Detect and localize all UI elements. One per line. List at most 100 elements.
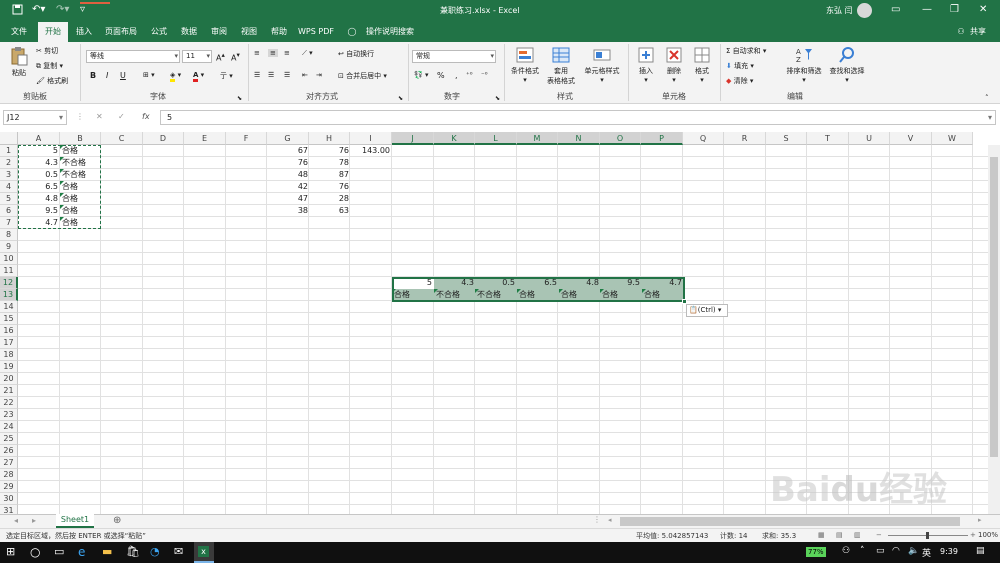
- row-header-5[interactable]: 5: [0, 193, 18, 205]
- tab-review[interactable]: 审阅: [205, 22, 233, 42]
- horizontal-scrollbar-thumb[interactable]: [620, 517, 960, 526]
- zoom-in-icon[interactable]: +: [970, 531, 976, 539]
- column-header-e[interactable]: E: [184, 132, 226, 145]
- row-header-16[interactable]: 16: [0, 325, 18, 337]
- scroll-left-icon[interactable]: ◂: [14, 516, 18, 525]
- column-header-b[interactable]: B: [60, 132, 101, 145]
- grow-font-button[interactable]: A▴: [216, 51, 225, 63]
- row-header-9[interactable]: 9: [0, 241, 18, 253]
- row-header-30[interactable]: 30: [0, 493, 18, 505]
- left-align-button[interactable]: ☰: [254, 71, 260, 79]
- row-header-1[interactable]: 1: [0, 145, 18, 157]
- sort-filter-button[interactable]: AZ 排序和筛选 ▾: [783, 46, 825, 84]
- clock-app-icon[interactable]: ◔: [150, 545, 165, 560]
- decrease-indent-button[interactable]: ⇤: [302, 71, 308, 79]
- tab-view[interactable]: 视图: [235, 22, 263, 42]
- ime-icon[interactable]: 英: [922, 546, 931, 559]
- row-header-13[interactable]: 13: [0, 289, 18, 301]
- row-header-22[interactable]: 22: [0, 397, 18, 409]
- row-header-6[interactable]: 6: [0, 205, 18, 217]
- file-explorer-icon[interactable]: ▬: [102, 545, 117, 560]
- column-header-l[interactable]: L: [475, 132, 517, 145]
- column-header-s[interactable]: S: [766, 132, 807, 145]
- column-header-w[interactable]: W: [932, 132, 973, 145]
- tab-split-icon[interactable]: ⋮: [593, 515, 601, 524]
- column-header-o[interactable]: O: [600, 132, 641, 145]
- column-header-v[interactable]: V: [890, 132, 932, 145]
- top-align-button[interactable]: ≡: [254, 49, 260, 57]
- hscroll-left-icon[interactable]: ◂: [608, 516, 618, 526]
- format-painter-button[interactable]: 🖌 格式刷: [36, 76, 68, 86]
- tab-insert[interactable]: 插入: [70, 22, 98, 42]
- autosum-button[interactable]: Σ 自动求和 ▾: [726, 46, 766, 56]
- row-header-4[interactable]: 4: [0, 181, 18, 193]
- underline-button[interactable]: U: [120, 71, 126, 80]
- row-header-2[interactable]: 2: [0, 157, 18, 169]
- comma-button[interactable]: ,: [455, 71, 458, 80]
- column-header-h[interactable]: H: [309, 132, 350, 145]
- row-header-25[interactable]: 25: [0, 433, 18, 445]
- column-header-f[interactable]: F: [226, 132, 267, 145]
- row-header-28[interactable]: 28: [0, 469, 18, 481]
- alignment-dialog-launcher[interactable]: ⬊: [398, 95, 403, 102]
- column-header-k[interactable]: K: [434, 132, 475, 145]
- wifi-icon[interactable]: ◠: [892, 546, 900, 556]
- vertical-scrollbar[interactable]: [988, 145, 1000, 514]
- number-dialog-launcher[interactable]: ⬊: [495, 95, 500, 102]
- select-all-button[interactable]: [0, 132, 18, 145]
- conditional-format-button[interactable]: 条件格式 ▾: [508, 46, 542, 84]
- phonetic-button[interactable]: 亍 ▾: [220, 71, 233, 81]
- row-header-15[interactable]: 15: [0, 313, 18, 325]
- column-header-m[interactable]: M: [517, 132, 558, 145]
- row-header-18[interactable]: 18: [0, 349, 18, 361]
- font-size-combo[interactable]: 11 ▾: [182, 50, 212, 63]
- column-header-n[interactable]: N: [558, 132, 600, 145]
- column-header-d[interactable]: D: [143, 132, 184, 145]
- insert-function-button[interactable]: fx: [142, 112, 150, 121]
- fill-button[interactable]: ⬇ 填充 ▾: [726, 61, 754, 71]
- delete-cells-button[interactable]: 删除 ▾: [662, 46, 686, 84]
- column-header-u[interactable]: U: [849, 132, 890, 145]
- normal-view-icon[interactable]: ▦: [818, 531, 825, 539]
- share-button[interactable]: 共享: [967, 22, 989, 42]
- store-icon[interactable]: 🛍: [126, 545, 141, 560]
- zoom-level[interactable]: 100%: [978, 531, 998, 539]
- number-format-combo[interactable]: 常规 ▾: [412, 50, 496, 63]
- worksheet-grid[interactable]: ABCDEFGHIJKLMNOPQRSTUVW 1 2 3 4 5 6 7 8 9 10 11 12 1…: [0, 132, 1000, 514]
- tab-help[interactable]: 帮助: [265, 22, 293, 42]
- cell-h2[interactable]: 78: [309, 157, 351, 169]
- row-header-23[interactable]: 23: [0, 409, 18, 421]
- cell-g2[interactable]: 76: [268, 157, 310, 169]
- chevron-up-icon[interactable]: ˄: [860, 546, 865, 556]
- cell-h5[interactable]: 28: [309, 193, 351, 205]
- wrap-text-button[interactable]: ↩ 自动换行: [338, 49, 374, 59]
- formula-input[interactable]: 5 ▾: [160, 110, 996, 125]
- bold-button[interactable]: B: [90, 71, 96, 80]
- row-header-10[interactable]: 10: [0, 253, 18, 265]
- increase-decimal-button[interactable]: ⁺⁰: [466, 71, 473, 79]
- cell-h4[interactable]: 76: [309, 181, 351, 193]
- vertical-scrollbar-thumb[interactable]: [990, 157, 998, 457]
- people-icon[interactable]: ⚇: [842, 546, 850, 556]
- page-layout-view-icon[interactable]: ▤: [836, 531, 843, 539]
- excel-taskbar-button[interactable]: x: [194, 542, 214, 563]
- cell-g1[interactable]: 67: [268, 145, 310, 157]
- column-header-g[interactable]: G: [267, 132, 309, 145]
- row-header-31[interactable]: 31: [0, 505, 18, 514]
- row-header-26[interactable]: 26: [0, 445, 18, 457]
- minimize-icon[interactable]: —: [922, 4, 932, 15]
- battery-indicator[interactable]: 77%: [806, 547, 826, 557]
- cell-g6[interactable]: 38: [268, 205, 310, 217]
- italic-button[interactable]: I: [106, 71, 108, 80]
- task-view-icon[interactable]: ▭: [54, 545, 69, 560]
- name-box[interactable]: J12 ▾: [3, 110, 67, 125]
- cell-h6[interactable]: 63: [309, 205, 351, 217]
- column-header-t[interactable]: T: [807, 132, 849, 145]
- clear-button[interactable]: ◆ 清除 ▾: [726, 76, 753, 86]
- find-select-button[interactable]: 查找和选择 ▾: [827, 46, 867, 84]
- row-header-17[interactable]: 17: [0, 337, 18, 349]
- windows-start-icon[interactable]: ⊞: [6, 545, 21, 560]
- hscroll-right-icon[interactable]: ▸: [978, 516, 988, 526]
- scroll-right-icon[interactable]: ▸: [32, 516, 36, 525]
- middle-align-button[interactable]: ≡: [268, 49, 278, 57]
